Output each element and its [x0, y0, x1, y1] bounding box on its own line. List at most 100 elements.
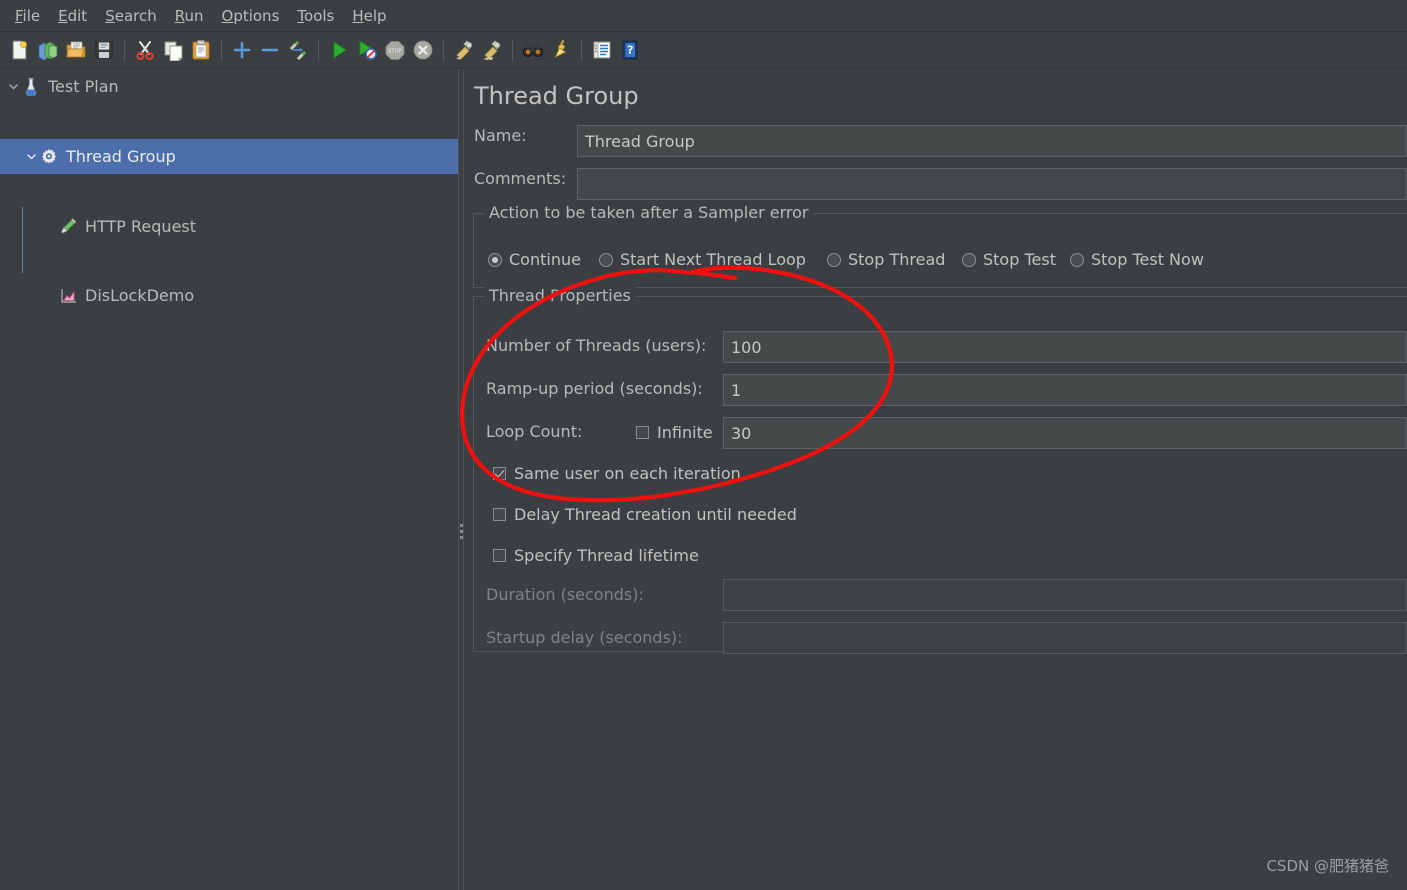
menu-help[interactable]: Help — [343, 4, 395, 28]
same-user-checkbox[interactable] — [493, 467, 506, 480]
menu-search[interactable]: Search — [96, 4, 166, 28]
expand-all-icon[interactable] — [229, 37, 255, 63]
delay-thread-label: Delay Thread creation until needed — [514, 505, 797, 524]
comments-input[interactable] — [577, 168, 1407, 200]
tree-node-test-plan[interactable]: Test Plan — [0, 69, 458, 104]
toolbar-separator — [443, 39, 444, 61]
new-test-plan-icon[interactable] — [7, 37, 33, 63]
menu-help-label: elp — [363, 6, 387, 25]
save-icon[interactable] — [91, 37, 117, 63]
specify-lifetime-checkbox[interactable] — [493, 549, 506, 562]
test-plan-tree[interactable]: Test Plan Thread Group HTTP Request DisL… — [0, 69, 458, 890]
duration-input[interactable] — [723, 579, 1407, 611]
loop-count-input[interactable]: 30 — [723, 417, 1407, 449]
startup-delay-row: Startup delay (seconds): — [486, 628, 683, 647]
copy-icon[interactable] — [160, 37, 186, 63]
radio-stop-test-label: Stop Test — [983, 250, 1056, 269]
clear-icon[interactable] — [451, 37, 477, 63]
test-plan-icon — [21, 77, 41, 97]
svg-text:?: ? — [627, 44, 633, 57]
radio-stop-thread[interactable]: Stop Thread — [827, 250, 945, 269]
tree-node-http-request-label: HTTP Request — [85, 217, 197, 236]
toggle-icon[interactable] — [285, 37, 311, 63]
loop-count-label: Loop Count: — [486, 422, 583, 441]
chevron-down-icon[interactable] — [6, 79, 21, 94]
rampup-label: Ramp-up period (seconds): — [486, 379, 703, 398]
menu-tools-label: ools — [304, 6, 335, 25]
shutdown-icon[interactable] — [410, 37, 436, 63]
radio-stop-thread-label: Stop Thread — [848, 250, 946, 269]
specify-lifetime-row[interactable]: Specify Thread lifetime — [493, 546, 699, 565]
paste-icon[interactable] — [188, 37, 214, 63]
comments-label: Comments: — [474, 169, 567, 188]
search-reset-icon[interactable] — [548, 37, 574, 63]
radio-start-next-thread-loop[interactable]: Start Next Thread Loop — [599, 250, 806, 269]
radio-continue[interactable]: Continue — [488, 250, 581, 269]
chevron-down-icon[interactable] — [24, 149, 39, 164]
toolbar-separator — [221, 39, 222, 61]
radio-continue-label: Continue — [509, 250, 581, 269]
delay-thread-checkbox[interactable] — [493, 508, 506, 521]
infinite-checkbox-row[interactable]: Infinite — [636, 423, 713, 442]
page-title: Thread Group — [474, 82, 639, 110]
toolbar-separator — [124, 39, 125, 61]
menu-options-label: ptions — [233, 6, 280, 25]
toolbar-separator — [581, 39, 582, 61]
tree-node-http-request[interactable]: HTTP Request — [0, 209, 458, 244]
same-user-row[interactable]: Same user on each iteration — [493, 464, 741, 483]
svg-text:STOP: STOP — [388, 48, 402, 54]
comments-row: Comments: — [474, 169, 579, 188]
cut-icon[interactable] — [132, 37, 158, 63]
start-no-pauses-icon[interactable] — [354, 37, 380, 63]
menu-help-mnemonic: H — [352, 6, 364, 25]
tree-node-test-plan-label: Test Plan — [48, 77, 119, 96]
stop-icon[interactable]: STOP — [382, 37, 408, 63]
thread-properties-legend: Thread Properties — [484, 286, 636, 305]
splitter-grip[interactable] — [460, 524, 463, 539]
help-icon[interactable]: ? — [617, 37, 643, 63]
radio-stop-thread-control[interactable] — [827, 252, 841, 267]
radio-stop-test[interactable]: Stop Test — [962, 250, 1056, 269]
delay-thread-row[interactable]: Delay Thread creation until needed — [493, 505, 797, 524]
collapse-all-icon[interactable] — [257, 37, 283, 63]
radio-start-next-thread-loop-control[interactable] — [599, 252, 613, 267]
radio-stop-test-control[interactable] — [962, 252, 976, 267]
search-icon[interactable] — [520, 37, 546, 63]
name-input[interactable]: Thread Group — [577, 125, 1407, 157]
num-threads-input[interactable]: 100 — [723, 331, 1407, 363]
menu-tools[interactable]: Tools — [288, 4, 343, 28]
templates-icon[interactable] — [35, 37, 61, 63]
startup-delay-input[interactable] — [723, 622, 1407, 654]
panel-splitter[interactable] — [458, 69, 464, 890]
name-label: Name: — [474, 126, 527, 145]
rampup-input[interactable]: 1 — [723, 374, 1407, 406]
menu-search-mnemonic: S — [105, 6, 115, 25]
radio-stop-test-now-control[interactable] — [1070, 252, 1084, 267]
menu-search-label: earch — [114, 6, 157, 25]
rampup-row: Ramp-up period (seconds): — [486, 379, 703, 398]
menu-options[interactable]: Options — [213, 4, 289, 28]
function-helper-icon[interactable] — [589, 37, 615, 63]
start-icon[interactable] — [326, 37, 352, 63]
specify-lifetime-label: Specify Thread lifetime — [514, 546, 699, 565]
open-icon[interactable] — [63, 37, 89, 63]
loop-count-row: Loop Count: — [486, 422, 582, 441]
tree-node-dislockdemo[interactable]: DisLockDemo — [0, 278, 458, 313]
tree-node-thread-group[interactable]: Thread Group — [0, 139, 458, 174]
menu-edit-label: dit — [67, 6, 88, 25]
toolbar: STOP ? — [0, 32, 1407, 69]
radio-continue-control[interactable] — [488, 252, 502, 267]
thread-group-icon — [39, 147, 59, 167]
radio-stop-test-now[interactable]: Stop Test Now — [1070, 250, 1204, 269]
menu-run[interactable]: Run — [166, 4, 213, 28]
tree-node-dislockdemo-label: DisLockDemo — [85, 286, 195, 305]
infinite-checkbox[interactable] — [636, 426, 649, 439]
clear-all-icon[interactable] — [479, 37, 505, 63]
menu-edit[interactable]: Edit — [49, 4, 96, 28]
menu-file[interactable]: File — [6, 4, 49, 28]
name-row: Name: — [474, 126, 579, 145]
menu-file-mnemonic: F — [15, 6, 23, 25]
num-threads-row: Number of Threads (users): — [486, 336, 706, 355]
tree-node-thread-group-label: Thread Group — [66, 147, 176, 166]
num-threads-label: Number of Threads (users): — [486, 336, 707, 355]
